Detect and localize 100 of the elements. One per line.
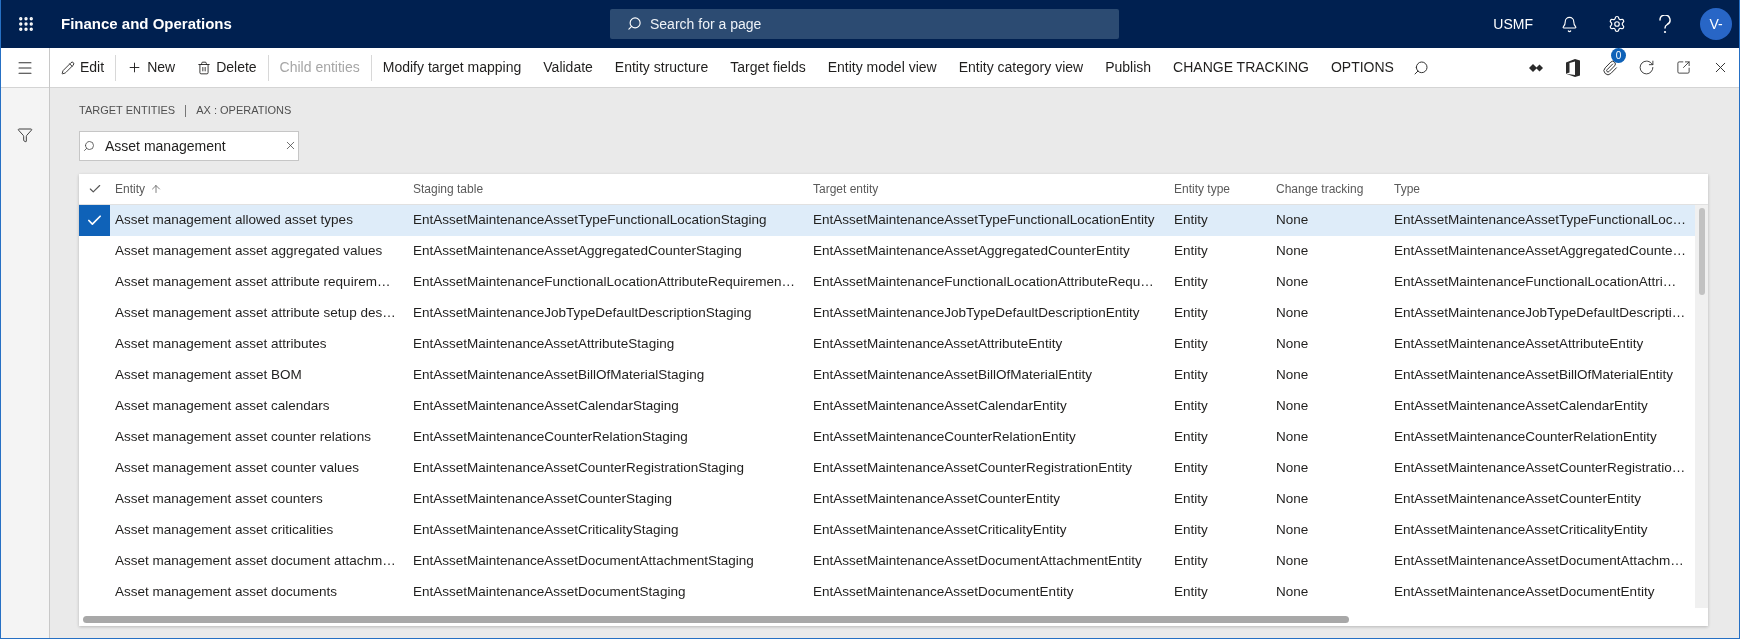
table-cell-text: Asset management asset criticalities [114, 521, 335, 540]
search-field[interactable]: Search for a page [610, 9, 1119, 39]
table-row[interactable]: Asset management allowed asset types EntAssetMaintenanceAssetTypeFunctionalLocationStaging EntAssetMaintenanceAssetTypeFunctionalLocationEntity Entity None EntAssetMaintenanceAssetTypeFunctionalLoc… [79, 205, 1695, 236]
table-cell-text: EntAssetMaintenanceAssetCriticalityEntity [1393, 521, 1649, 540]
table-cell-text: EntAssetMaintenanceAssetDocumentAttachmentEntity [812, 552, 1143, 571]
table-cell-text: EntAssetMaintenanceFunctionalLocationAttributeRequ… [812, 273, 1155, 292]
search-icon[interactable] [1412, 59, 1429, 76]
table-cell-text: Asset management asset attribute requirem… [114, 273, 392, 292]
paperclip-icon[interactable] [1601, 59, 1618, 76]
office-logo-icon[interactable] [1565, 58, 1580, 77]
toolbar-button[interactable]: CHANGE TRACKING [1162, 47, 1320, 88]
table-cell-text: EntAssetMaintenanceAssetAttributeEntity [812, 335, 1064, 354]
table-cell-text: Entity [1173, 273, 1209, 292]
vertical-scrollbar[interactable] [1695, 205, 1708, 608]
refresh-icon[interactable] [1638, 59, 1655, 76]
column-header[interactable]: Change tracking [1271, 174, 1389, 204]
table-cell-text: None [1275, 583, 1310, 602]
help-icon[interactable] [1659, 14, 1671, 34]
table-cell-text: EntAssetMaintenanceAssetAttributeEntity [1393, 335, 1645, 354]
table-cell-text: Entity [1173, 304, 1209, 323]
pencil-icon [61, 60, 75, 75]
clear-icon[interactable] [284, 139, 297, 152]
table-cell-text: EntAssetMaintenanceAssetCounterRegistratio… [1393, 459, 1687, 478]
toolbar-button[interactable]: Edit [50, 47, 116, 88]
table-cell-text: EntAssetMaintenanceAssetTypeFunctionalLocationStaging [412, 211, 768, 230]
table-cell-text: Entity [1173, 490, 1209, 509]
table-cell-text: EntAssetMaintenanceAssetAggregatedCounterStaging [412, 242, 743, 261]
app-launcher-icon[interactable] [16, 15, 35, 33]
toolbar-button[interactable]: Publish [1094, 47, 1163, 88]
table-cell-text: EntAssetMaintenanceAssetAggregatedCounte… [1393, 242, 1687, 261]
app-title: Finance and Operations [61, 13, 232, 34]
table-cell-text: EntAssetMaintenanceAssetCounterEntity [1393, 490, 1642, 509]
toolbar-button[interactable]: OPTIONS [1319, 47, 1405, 88]
diamonds-icon[interactable] [1528, 62, 1543, 73]
table-cell-text: Entity [1173, 366, 1209, 385]
table-cell-text: Asset management allowed asset types [114, 211, 354, 230]
toolbar-button[interactable]: Entity category view [947, 47, 1095, 88]
table-cell-text: EntAssetMaintenanceAssetCounterRegistrationEntity [812, 459, 1133, 478]
table-cell-text: EntAssetMaintenanceAssetBillOfMaterialEntity [1393, 366, 1675, 385]
table-cell-text: EntAssetMaintenanceAssetCounterRegistrationStaging [412, 459, 745, 478]
table-cell-text: None [1275, 242, 1310, 261]
table-cell-text: None [1275, 428, 1310, 447]
sort-up-icon [150, 183, 162, 195]
settings-icon[interactable] [1608, 15, 1626, 33]
table-cell-text: EntAssetMaintenanceAssetCriticalityStaging [412, 521, 680, 540]
scrollbar-thumb[interactable] [83, 616, 1349, 623]
table-cell-text: EntAssetMaintenanceJobTypeDefaultDescriptionStaging [412, 304, 753, 323]
toolbar-button[interactable]: Validate [532, 47, 604, 88]
table-cell-text: Asset management asset counters [114, 490, 324, 509]
column-header[interactable]: Target entity [808, 174, 1169, 204]
column-header[interactable]: Entity type [1169, 174, 1271, 204]
table-cell-text: EntAssetMaintenanceAssetDocumentEntity [812, 583, 1075, 602]
breadcrumb-text: AX : OPERATIONS [196, 103, 292, 119]
table-cell-text: Asset management asset document attachm… [114, 552, 397, 571]
table-cell-text: Asset management asset aggregated values [114, 242, 384, 261]
column-header[interactable]: Entity [110, 174, 408, 204]
toolbar-button[interactable]: Target fields [719, 47, 817, 88]
table-cell-text: EntAssetMaintenanceCounterRelationEntity [812, 428, 1077, 447]
table-cell-text: EntAssetMaintenanceAssetCalendarEntity [812, 397, 1068, 416]
table-cell-text: Entity [1173, 211, 1209, 230]
table-cell-text: EntAssetMaintenanceAssetBillOfMaterialEntity [812, 366, 1094, 385]
table-cell-text: Entity [1173, 552, 1209, 571]
table-cell-text: EntAssetMaintenanceFunctionalLocationAttributeRequiremen… [412, 273, 796, 292]
toolbar-button[interactable]: Modify target mapping [371, 47, 533, 88]
table-cell-text: EntAssetMaintenanceAssetBillOfMaterialStaging [412, 366, 706, 385]
table-cell-text: Asset management asset BOM [114, 366, 303, 385]
table-cell-text: Entity [1173, 459, 1209, 478]
toolbar-button[interactable]: New [116, 47, 187, 88]
scrollbar-thumb[interactable] [1698, 208, 1705, 295]
table-cell-text: EntAssetMaintenanceAssetDocumentEntity [1393, 583, 1656, 602]
notifications-icon[interactable] [1560, 15, 1578, 33]
table-cell-text: Asset management asset counter relations [114, 428, 372, 447]
checkmark-icon[interactable] [87, 182, 102, 196]
table-cell-text: EntAssetMaintenanceCounterRelationStaging [412, 428, 689, 447]
toolbar-button[interactable]: Delete [186, 47, 268, 88]
company-label[interactable]: USMF [1493, 13, 1533, 35]
filter-field[interactable]: Asset management [79, 131, 299, 161]
checkmark-icon[interactable] [79, 205, 110, 236]
pop-out-icon[interactable] [1676, 60, 1691, 75]
filter-icon[interactable] [17, 127, 33, 143]
search-icon [83, 140, 95, 152]
user-avatar[interactable]: V- [1700, 8, 1732, 40]
table-cell-text: EntAssetMaintenanceAssetCounterStaging [412, 490, 673, 509]
table-cell-text: Entity [1173, 521, 1209, 540]
toolbar-button[interactable]: Entity structure [603, 47, 720, 88]
column-header[interactable]: Staging table [408, 174, 808, 204]
plus-icon [127, 60, 143, 75]
table-cell-text: EntAssetMaintenanceAssetTypeFunctionalLocationEntity [812, 211, 1156, 230]
table-cell-text: None [1275, 211, 1310, 230]
table-cell-text: EntAssetMaintenanceAssetAttributeStaging [412, 335, 676, 354]
search-icon [627, 16, 642, 31]
table-cell-text: EntAssetMaintenanceAssetCalendarStaging [412, 397, 680, 416]
column-header[interactable]: Type [1389, 174, 1708, 204]
table-cell-text: None [1275, 366, 1310, 385]
toolbar-button[interactable]: Entity model view [816, 47, 948, 88]
table-cell-text: EntAssetMaintenanceAssetAggregatedCounterEntity [812, 242, 1131, 261]
trash-icon [197, 60, 212, 75]
table-cell-text: None [1275, 521, 1310, 540]
table-cell-text: Entity [1173, 583, 1209, 602]
table-cell-text: Asset management asset calendars [114, 397, 331, 416]
